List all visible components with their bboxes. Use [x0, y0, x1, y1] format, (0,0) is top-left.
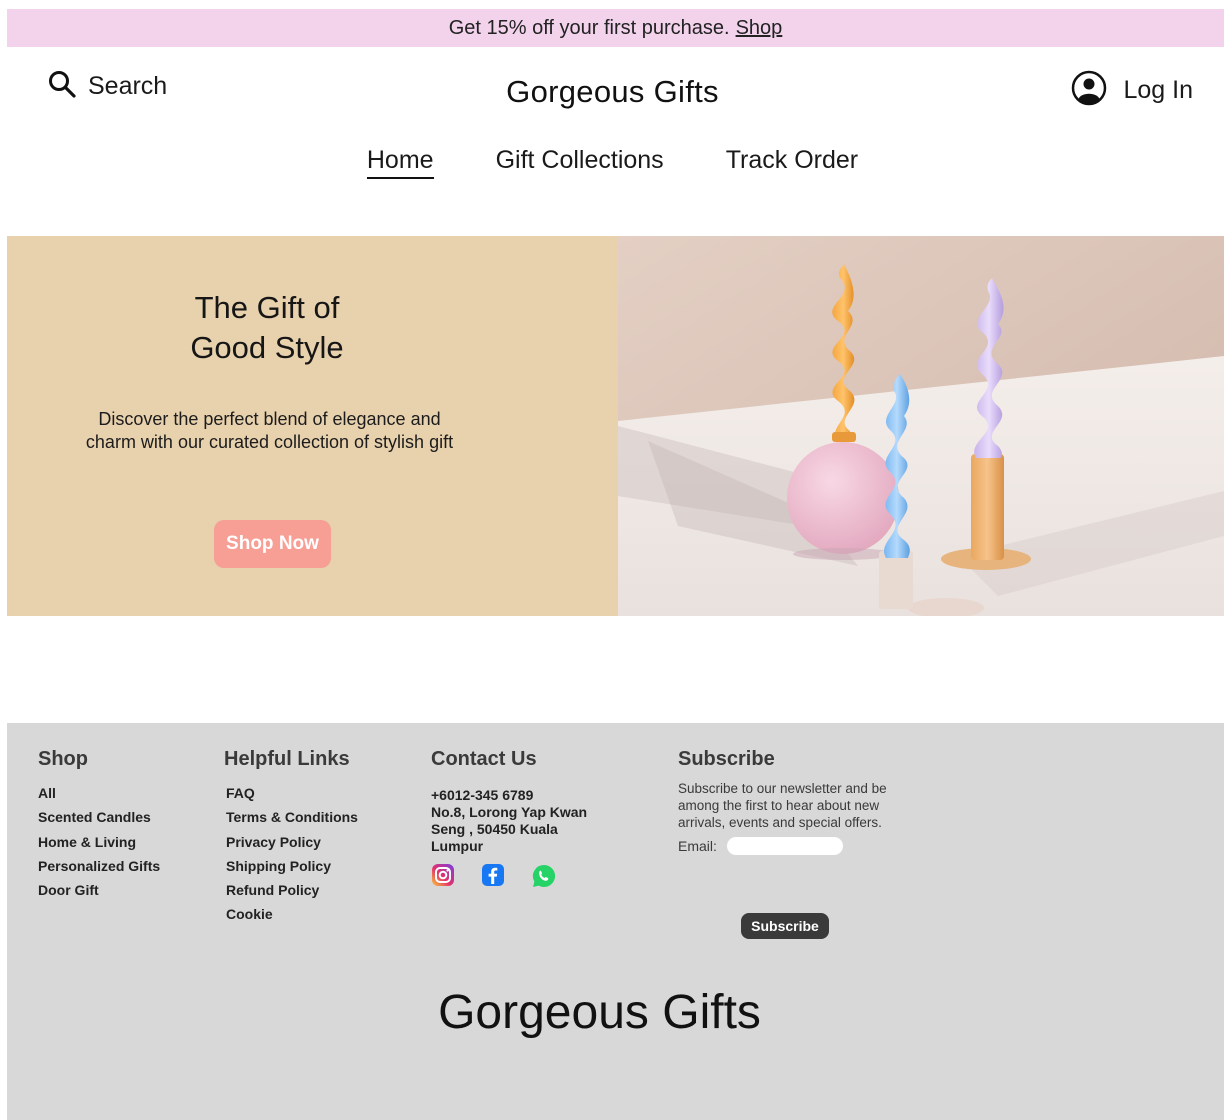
- whatsapp-icon[interactable]: [531, 863, 556, 887]
- facebook-icon[interactable]: [481, 863, 505, 887]
- hero-text-panel: The Gift of Good Style Discover the perf…: [7, 236, 618, 616]
- footer-subscribe-column: Subscribe Subscribe to our newsletter an…: [678, 748, 938, 948]
- footer-subscribe-title: Subscribe: [678, 748, 775, 770]
- footer-shop-link[interactable]: Scented Candles: [38, 805, 160, 829]
- footer-helpful-link[interactable]: FAQ: [226, 781, 358, 805]
- subscribe-description: Subscribe to our newsletter and be among…: [678, 781, 887, 830]
- shop-now-button[interactable]: Shop Now: [214, 520, 331, 568]
- email-input[interactable]: [726, 837, 843, 855]
- footer-contact-column: Contact Us +6012-345 6789 No.8, Lorong Y…: [431, 748, 606, 887]
- hero-banner: The Gift of Good Style Discover the perf…: [7, 236, 1224, 616]
- main-nav: Home Gift Collections Track Order: [0, 146, 1225, 179]
- footer-helpful-link[interactable]: Cookie: [226, 902, 358, 926]
- email-label: Email:: [678, 838, 717, 854]
- nav-gift-collections[interactable]: Gift Collections: [496, 146, 664, 179]
- hero-candles-image: [618, 236, 1224, 616]
- announcement-shop-link[interactable]: Shop: [736, 17, 783, 40]
- footer-helpful-link[interactable]: Refund Policy: [226, 878, 358, 902]
- contact-phone: +6012-345 6789: [431, 787, 534, 803]
- footer-helpful-link[interactable]: Terms & Conditions: [226, 805, 358, 829]
- site-footer: Shop All Scented Candles Home & Living P…: [7, 723, 1224, 1120]
- footer-contact-title: Contact Us: [431, 748, 537, 770]
- hero-title: The Gift of Good Style: [7, 288, 527, 368]
- contact-address: No.8, Lorong Yap Kwan Seng , 50450 Kuala…: [431, 804, 588, 854]
- hero-description: Discover the perfect blend of elegance a…: [85, 409, 454, 452]
- subscribe-button[interactable]: Subscribe: [741, 913, 829, 939]
- announcement-bar: Get 15% off your first purchase. Shop: [7, 9, 1224, 47]
- footer-helpful-column: Helpful Links FAQ Terms & Conditions Pri…: [224, 748, 358, 927]
- footer-brand: Gorgeous Gifts: [438, 986, 761, 1039]
- email-row: Email:: [678, 837, 938, 855]
- footer-shop-link[interactable]: Door Gift: [38, 878, 160, 902]
- footer-shop-link[interactable]: Personalized Gifts: [38, 854, 160, 878]
- user-circle-icon: [1071, 70, 1107, 111]
- footer-helpful-link[interactable]: Shipping Policy: [226, 854, 358, 878]
- login-button[interactable]: Log In: [1071, 70, 1193, 111]
- footer-shop-link[interactable]: Home & Living: [38, 830, 160, 854]
- nav-home[interactable]: Home: [366, 146, 434, 179]
- footer-shop-link[interactable]: All: [38, 781, 160, 805]
- footer-shop-title: Shop: [38, 748, 88, 770]
- nav-track-order[interactable]: Track Order: [726, 146, 858, 179]
- instagram-icon[interactable]: [431, 863, 455, 887]
- social-links: [431, 863, 606, 887]
- footer-helpful-link[interactable]: Privacy Policy: [226, 830, 358, 854]
- login-label: Log In: [1123, 76, 1193, 104]
- footer-helpful-title: Helpful Links: [224, 748, 350, 770]
- announcement-text: Get 15% off your first purchase.: [448, 16, 730, 39]
- site-brand[interactable]: Gorgeous Gifts: [0, 74, 1225, 110]
- hero-title-line2: Good Style: [190, 330, 344, 365]
- hero-title-line1: The Gift of: [194, 290, 340, 325]
- footer-shop-column: Shop All Scented Candles Home & Living P…: [38, 748, 160, 902]
